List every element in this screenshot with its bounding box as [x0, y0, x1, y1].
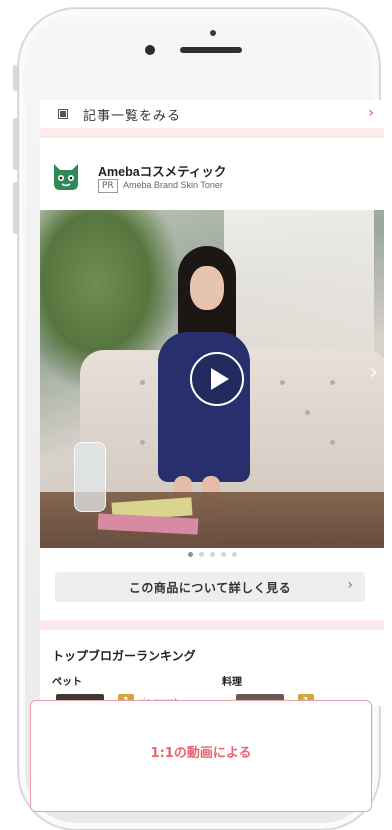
caption-card: 1:1の動画による [30, 700, 372, 812]
next-slide-icon[interactable]: › [369, 360, 378, 385]
earpiece-speaker [180, 47, 242, 53]
mute-switch [13, 65, 18, 91]
carousel-dot[interactable] [220, 552, 226, 557]
carousel-dot[interactable] [209, 552, 215, 557]
section-separator [40, 128, 384, 138]
volume-up-button [13, 118, 18, 170]
ad-header[interactable]: Amebaコスメティック PR Ameba Brand Skin Toner [40, 144, 384, 210]
video-player[interactable]: › [40, 210, 384, 548]
article-list-label: 記事一覧をみる [83, 108, 182, 124]
list-icon [58, 109, 68, 119]
product-details-label: この商品について詳しく見る [128, 580, 292, 595]
pr-badge: PR [98, 179, 118, 193]
ranking-category-pet[interactable]: ペット [52, 673, 82, 688]
carousel-dot[interactable] [231, 552, 237, 557]
chevron-right-icon: › [347, 577, 353, 593]
carousel-dot[interactable] [187, 552, 193, 557]
play-icon [210, 368, 229, 390]
chevron-right-icon: › [368, 105, 374, 121]
advertiser-name: Amebaコスメティック [98, 165, 227, 179]
ad-subtitle: Ameba Brand Skin Toner [123, 180, 223, 190]
product-details-button[interactable]: この商品について詳しく見る › [55, 572, 365, 602]
video-frame-bottle [74, 442, 106, 512]
play-button[interactable] [190, 352, 244, 406]
article-list-link[interactable]: 記事一覧をみる › [40, 100, 384, 128]
volume-down-button [13, 182, 18, 234]
ameba-logo-icon [54, 164, 78, 190]
proximity-sensor [210, 30, 216, 36]
section-separator [40, 620, 384, 630]
ranking-category-cooking[interactable]: 料理 [222, 673, 242, 688]
carousel-dot[interactable] [198, 552, 204, 557]
ranking-title: トップブロガーランキング [52, 649, 196, 663]
carousel-pagination [40, 552, 384, 557]
front-camera [145, 45, 155, 55]
phone-screen: 記事一覧をみる › Amebaコスメティック PR Ameba Brand Sk… [40, 100, 384, 706]
caption-text: 1:1の動画による [150, 746, 252, 761]
